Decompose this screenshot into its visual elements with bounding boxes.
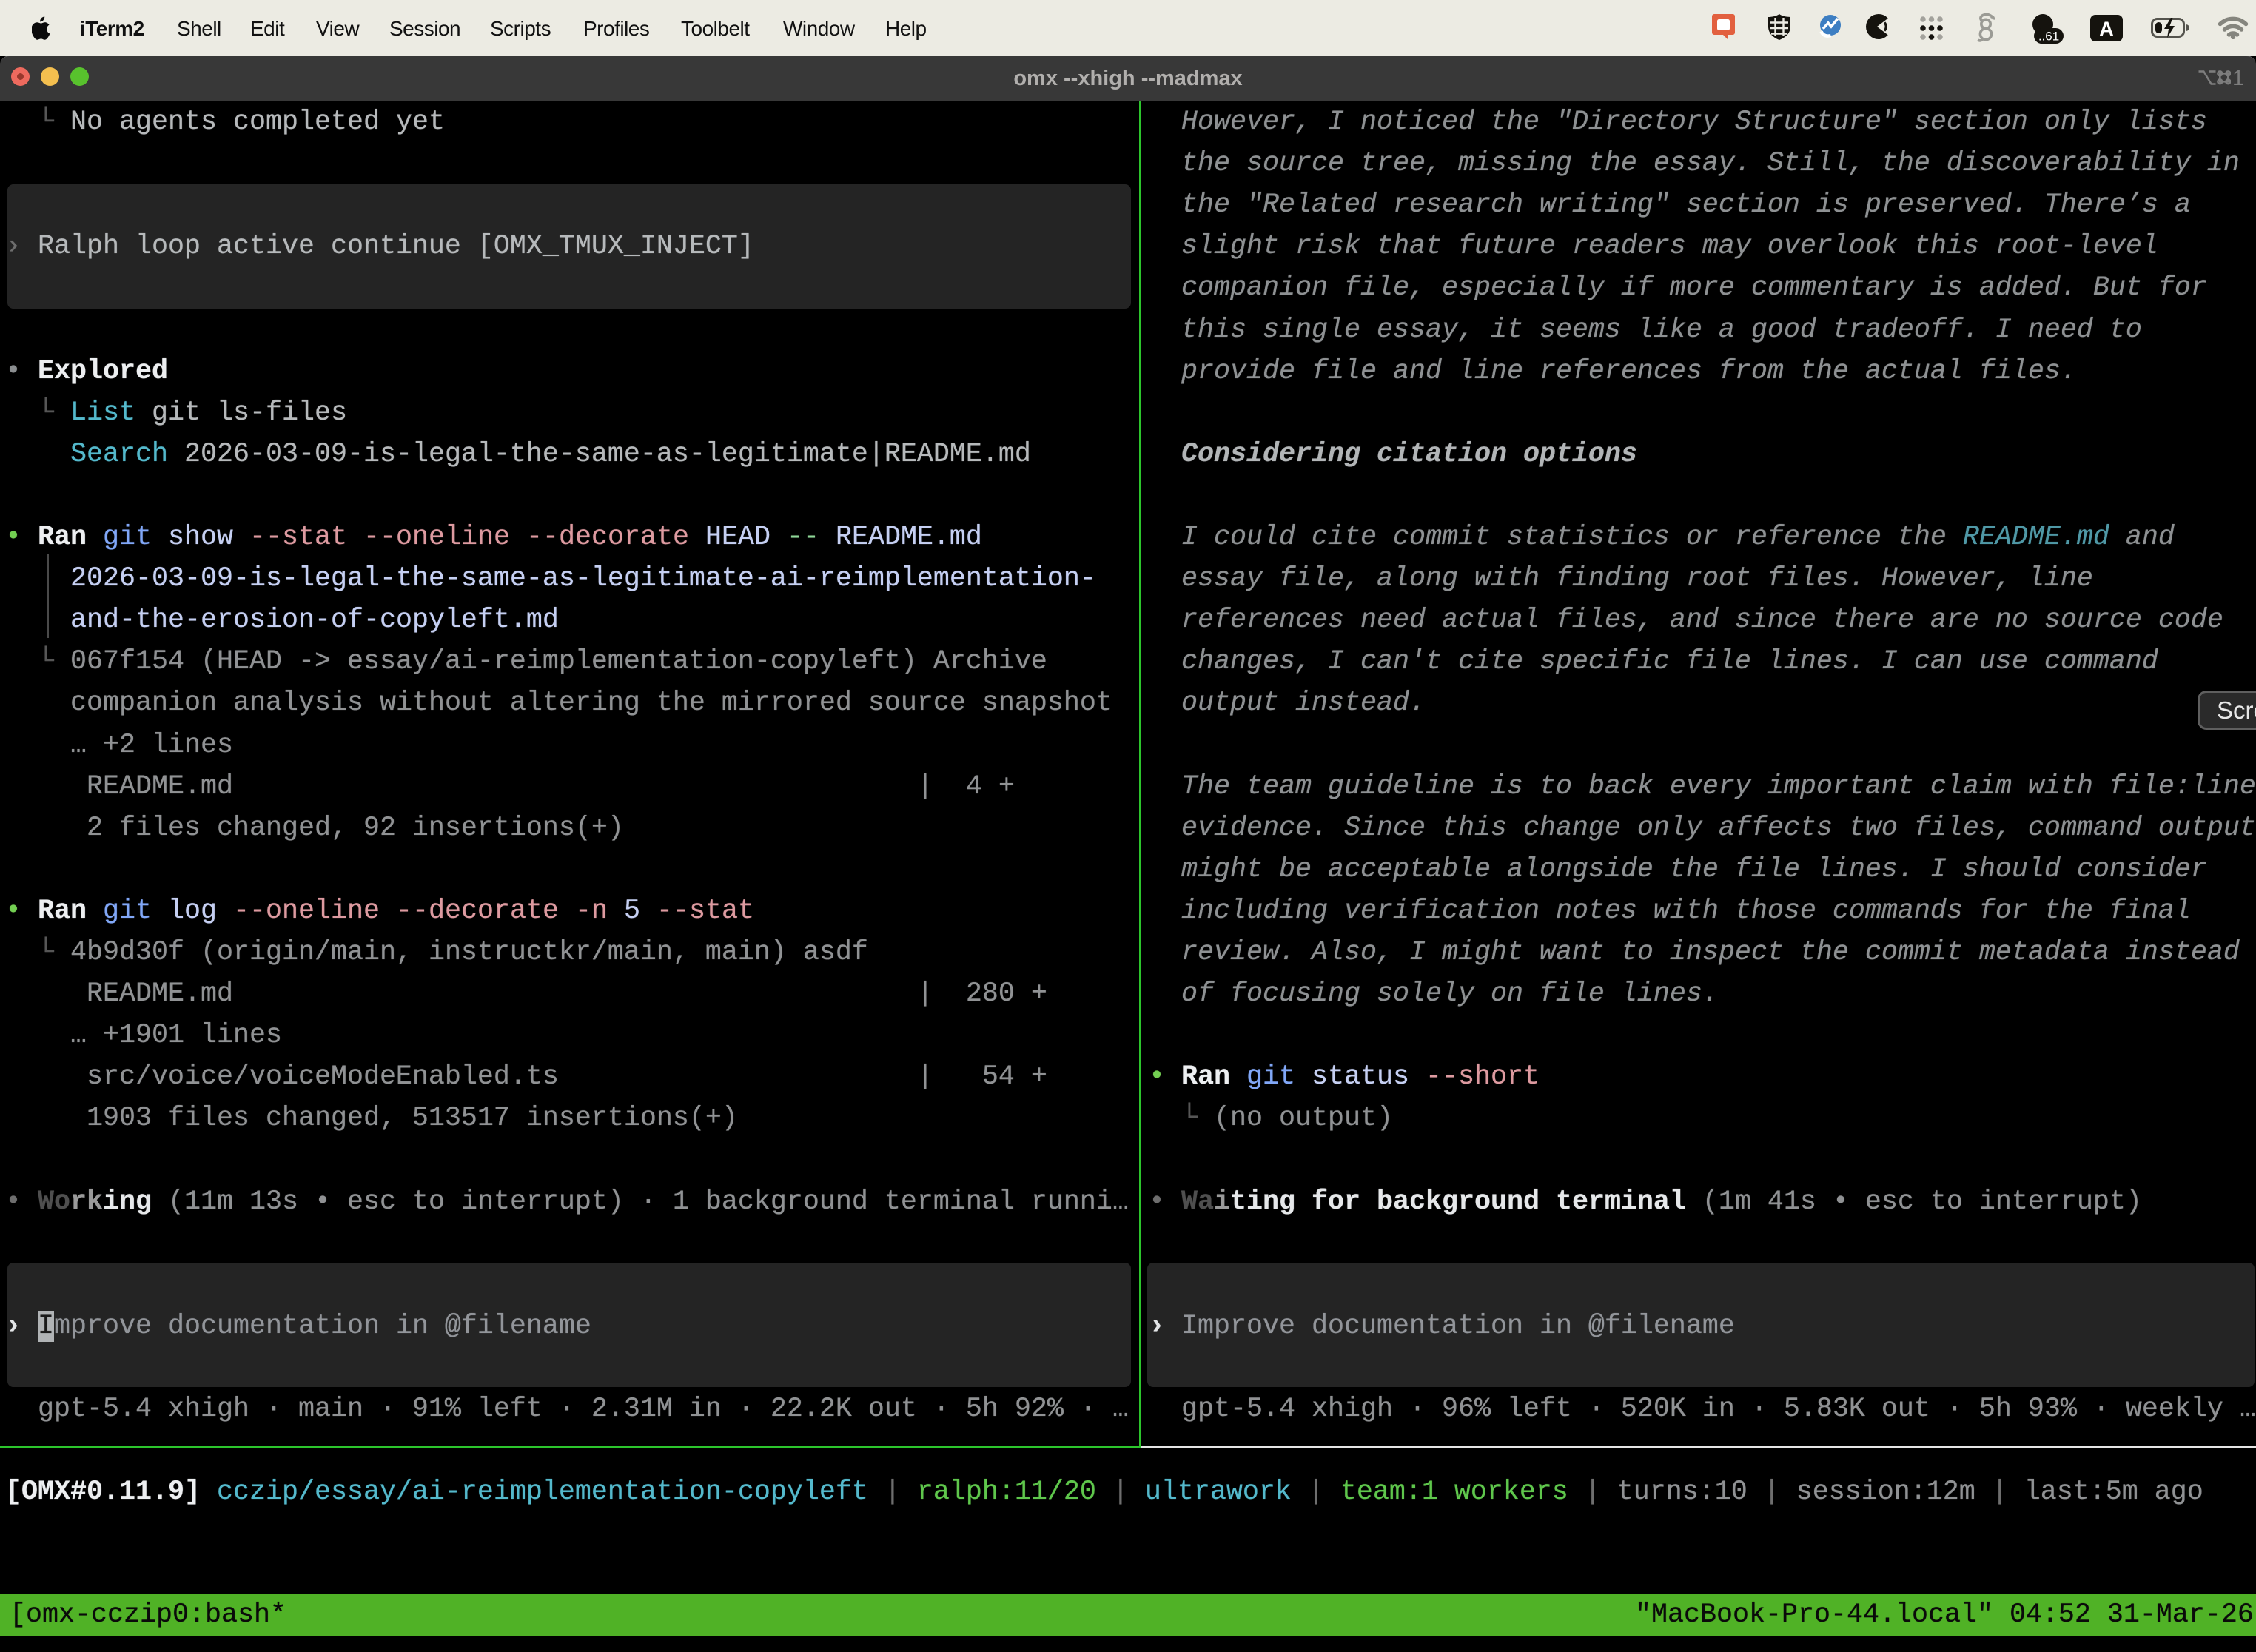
svg-text:A: A xyxy=(2099,18,2114,40)
svg-text:..61: ..61 xyxy=(2038,30,2059,44)
